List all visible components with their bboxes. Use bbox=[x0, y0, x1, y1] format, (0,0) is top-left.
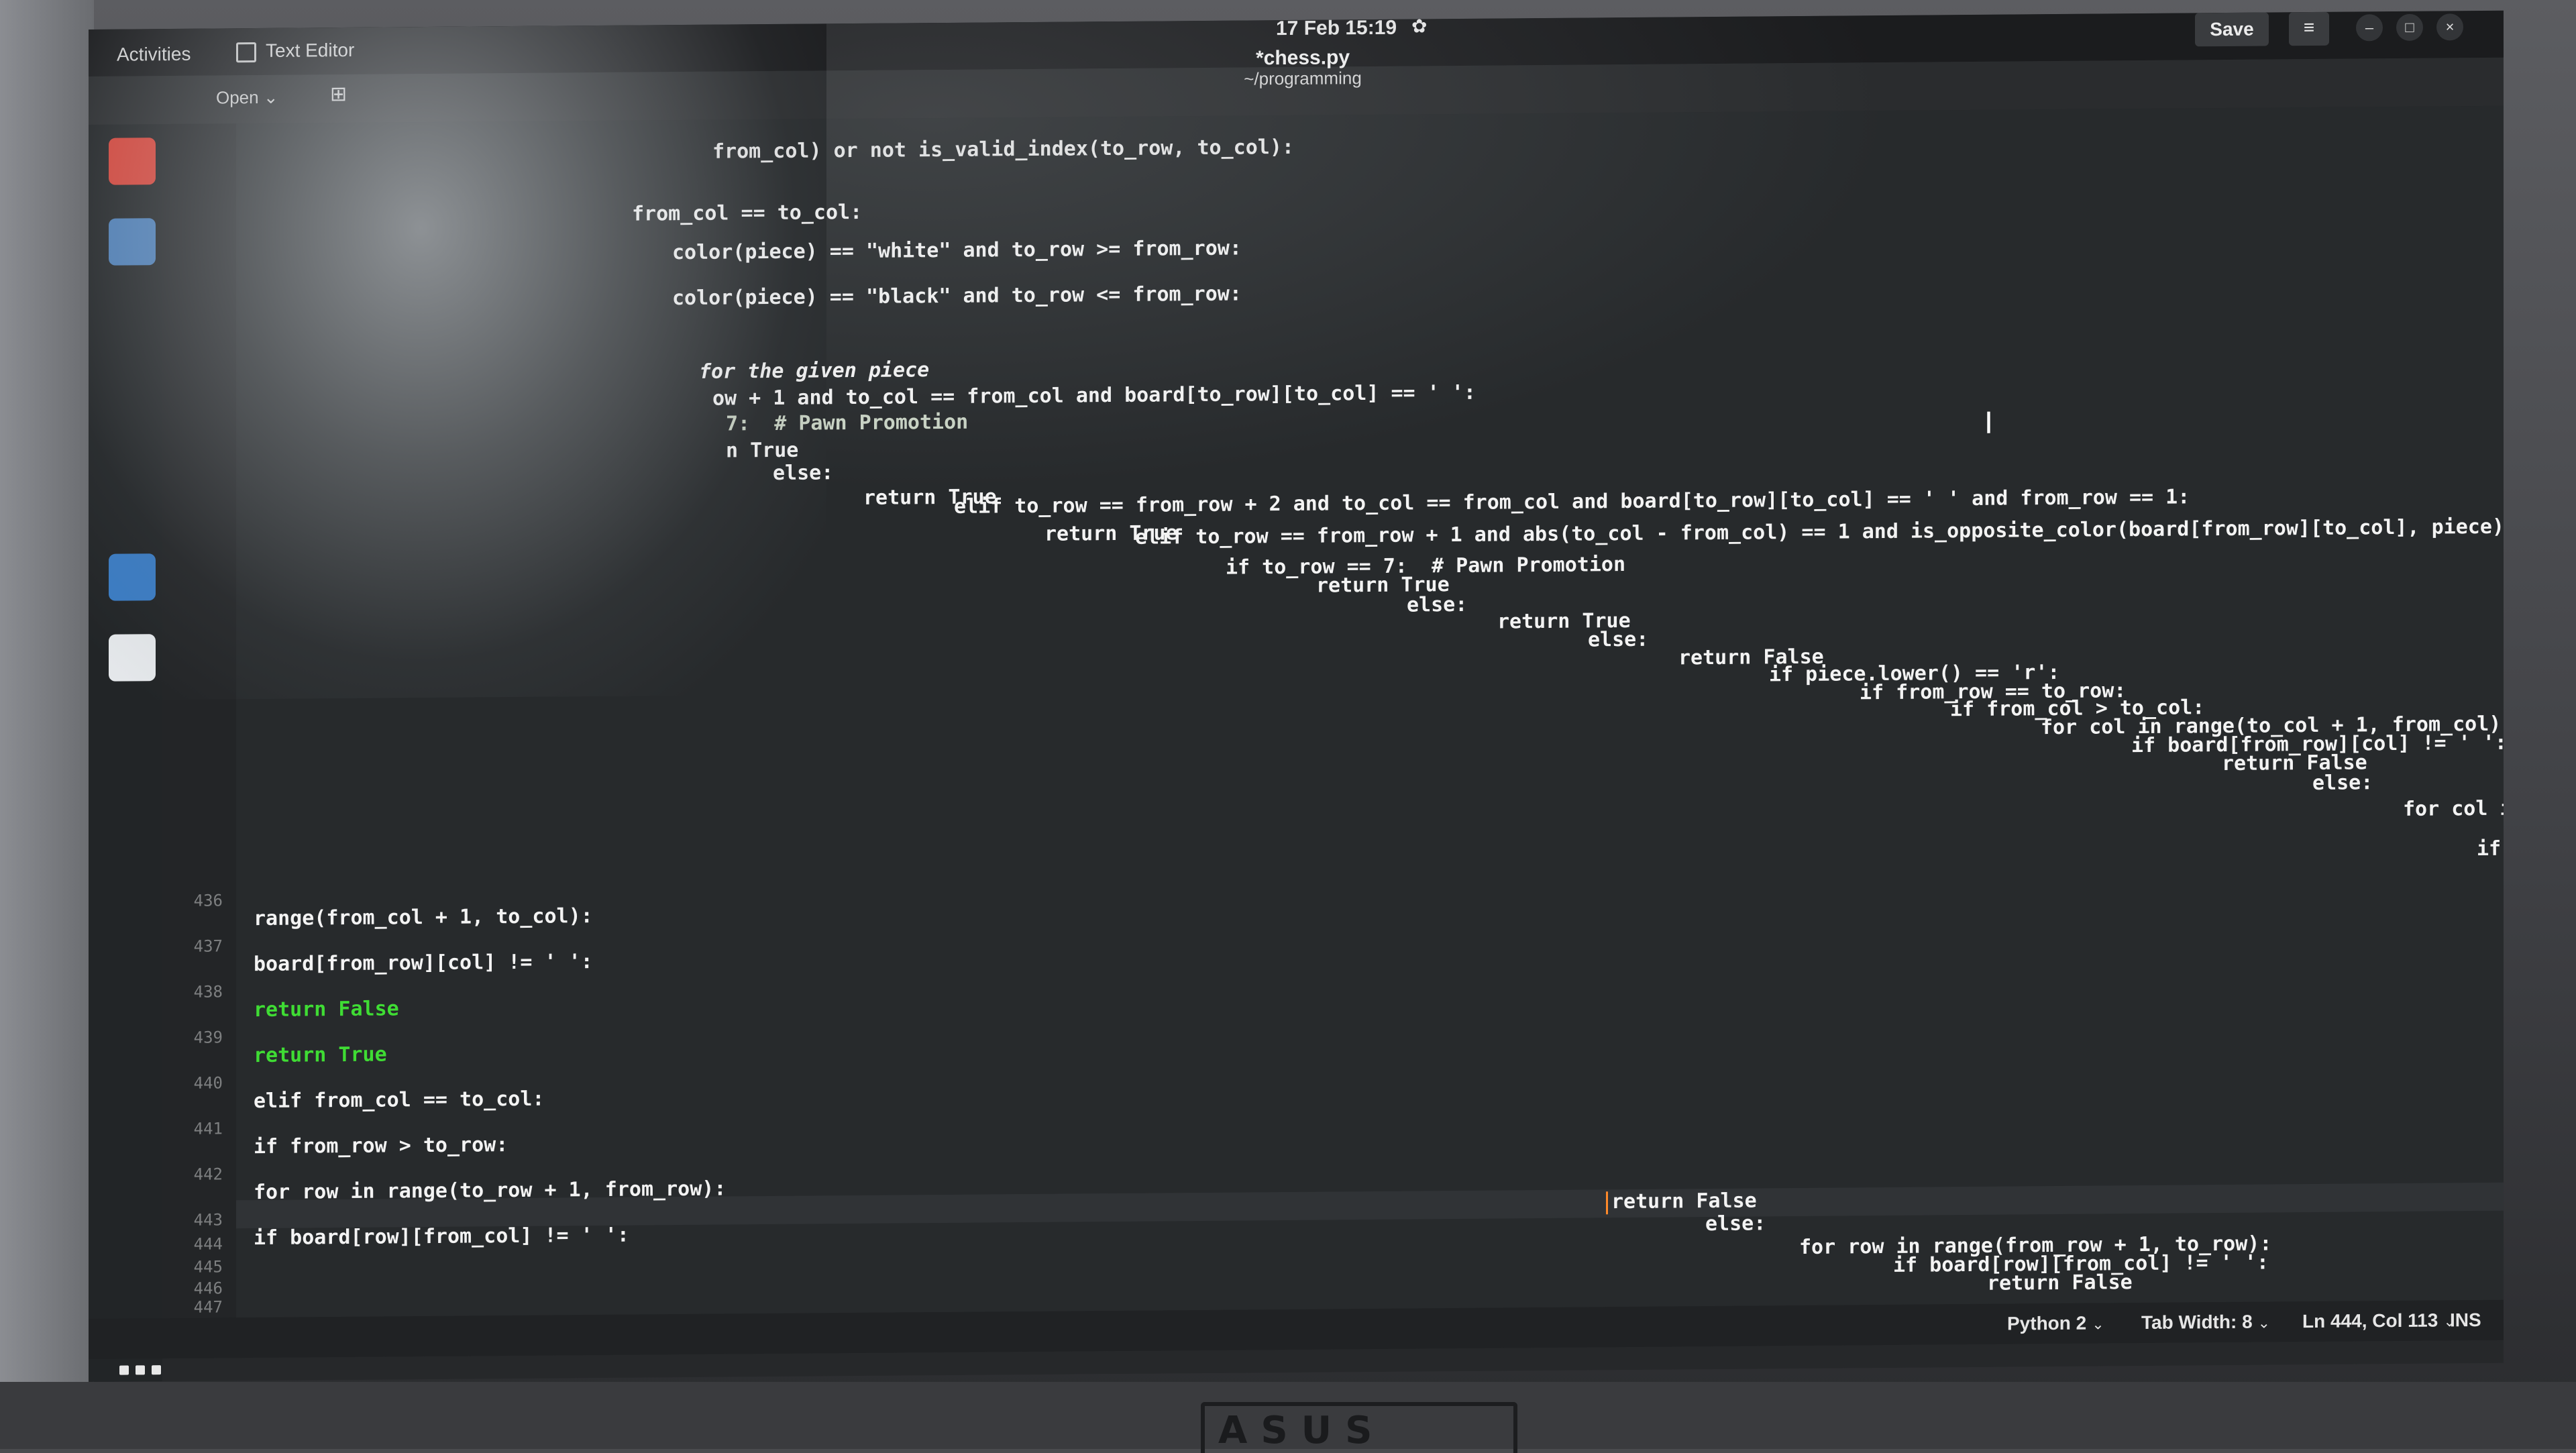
close-icon[interactable]: × bbox=[2436, 13, 2463, 41]
code-line: elif from_col == to_col: bbox=[254, 1087, 545, 1114]
code-line: n True bbox=[726, 438, 799, 463]
chevron-down-icon: ⌄ bbox=[2257, 1314, 2271, 1332]
save-button[interactable]: Save bbox=[2195, 12, 2269, 47]
code-line: board[from_row][col] != ' ': bbox=[254, 950, 593, 977]
clock[interactable]: 17 Feb 15:19 bbox=[1276, 17, 1397, 40]
code-line: if board[row][from_col] != ' ': bbox=[254, 1223, 629, 1250]
code-line: from_col) or not is_valid_index(to_row, … bbox=[712, 135, 1294, 164]
code-line: elif to_row == from_row + 2 and to_col =… bbox=[954, 485, 2190, 519]
line-number: 436 bbox=[193, 891, 223, 910]
maximize-icon[interactable]: □ bbox=[2396, 13, 2423, 41]
vscode-icon[interactable] bbox=[109, 553, 156, 601]
code-line: else: bbox=[773, 461, 834, 485]
code-line: else: bbox=[1407, 592, 1468, 617]
minimize-icon[interactable]: – bbox=[2356, 14, 2383, 42]
bezel-side bbox=[0, 0, 94, 1449]
file-path: ~/programming bbox=[1244, 68, 1362, 89]
code-line: 7: # Pawn Promotion bbox=[726, 410, 969, 436]
text-editor-icon bbox=[236, 42, 256, 62]
chevron-down-icon: ⌄ bbox=[2092, 1315, 2104, 1333]
trash-icon[interactable] bbox=[109, 634, 156, 682]
code-line: for col in bbox=[2403, 796, 2504, 821]
line-number: 443 bbox=[193, 1210, 223, 1230]
line-number: 438 bbox=[193, 982, 223, 1002]
code-line: if bbox=[2477, 837, 2502, 861]
position-label: Ln 444, Col 113 bbox=[2302, 1309, 2438, 1332]
ibeam-cursor-icon: I bbox=[1984, 406, 1993, 441]
screen: Activities Text Editor 17 Feb 15:19 ✿ Op… bbox=[89, 10, 2504, 1382]
code-line: elif to_row == from_row + 1 and abs(to_c… bbox=[1135, 515, 2504, 549]
activities-button[interactable]: Activities bbox=[117, 44, 191, 66]
language-label: Python 2 bbox=[2007, 1312, 2087, 1334]
language-selector[interactable]: Python 2 ⌄ bbox=[2007, 1312, 2104, 1334]
tab-width-label: Tab Width: 8 bbox=[2141, 1311, 2253, 1333]
dock bbox=[89, 124, 162, 1382]
code-line: range(from_col + 1, to_col): bbox=[254, 904, 593, 931]
hamburger-icon[interactable]: ≡ bbox=[2289, 11, 2329, 46]
code-line: else: bbox=[2312, 771, 2373, 795]
files-icon[interactable] bbox=[109, 218, 156, 266]
code-line: color(piece) == "white" and to_row >= fr… bbox=[672, 236, 1242, 265]
code-line: ow + 1 and to_col == from_col and board[… bbox=[712, 380, 1476, 411]
code-line: return True bbox=[254, 1042, 387, 1068]
chevron-down-icon: ⌄ bbox=[263, 87, 278, 107]
line-gutter: 436 437 438 439 440 441 442 443 444 445 … bbox=[162, 123, 236, 1334]
grid-icon[interactable] bbox=[119, 1365, 166, 1382]
code-line: if from_row > to_row: bbox=[254, 1133, 508, 1159]
line-number: 444 bbox=[193, 1234, 223, 1254]
line-number: 442 bbox=[193, 1165, 223, 1184]
code-line: color(piece) == "black" and to_row <= fr… bbox=[672, 282, 1242, 311]
open-label: Open bbox=[216, 87, 259, 108]
code-line: else: bbox=[1705, 1212, 1766, 1236]
line-number: 446 bbox=[193, 1279, 223, 1298]
line-number: 440 bbox=[193, 1073, 223, 1093]
code-line: return False bbox=[1987, 1271, 2133, 1295]
code-comment: for the given piece bbox=[699, 358, 930, 384]
insert-mode[interactable]: INS bbox=[2450, 1309, 2481, 1331]
line-number: 437 bbox=[193, 936, 223, 956]
code-line: return False bbox=[1611, 1189, 1757, 1214]
line-number: 447 bbox=[193, 1297, 223, 1317]
code-editor[interactable]: 436 437 438 439 440 441 442 443 444 445 … bbox=[162, 105, 2504, 1334]
app-name: Text Editor bbox=[266, 39, 355, 61]
code-line: from_col == to_col: bbox=[632, 200, 863, 226]
calendar-icon[interactable] bbox=[109, 138, 156, 185]
open-button[interactable]: Open ⌄ bbox=[216, 87, 278, 109]
new-tab-icon[interactable]: ⊞ bbox=[330, 83, 357, 109]
line-number: 445 bbox=[193, 1257, 223, 1277]
code-line: for row in range(to_row + 1, from_row): bbox=[254, 1177, 727, 1205]
code-line: return False bbox=[254, 997, 399, 1022]
tab-width-selector[interactable]: Tab Width: 8 ⌄ bbox=[2141, 1311, 2270, 1334]
laptop-logo: ASUS bbox=[1201, 1402, 1517, 1453]
app-menu[interactable]: Text Editor bbox=[236, 40, 354, 62]
code-line: else: bbox=[1588, 627, 1649, 652]
cursor-position[interactable]: Ln 444, Col 113 ⌄ bbox=[2302, 1309, 2456, 1332]
text-cursor bbox=[1606, 1191, 1608, 1215]
line-number: 439 bbox=[193, 1028, 223, 1047]
line-number: 441 bbox=[193, 1119, 223, 1138]
